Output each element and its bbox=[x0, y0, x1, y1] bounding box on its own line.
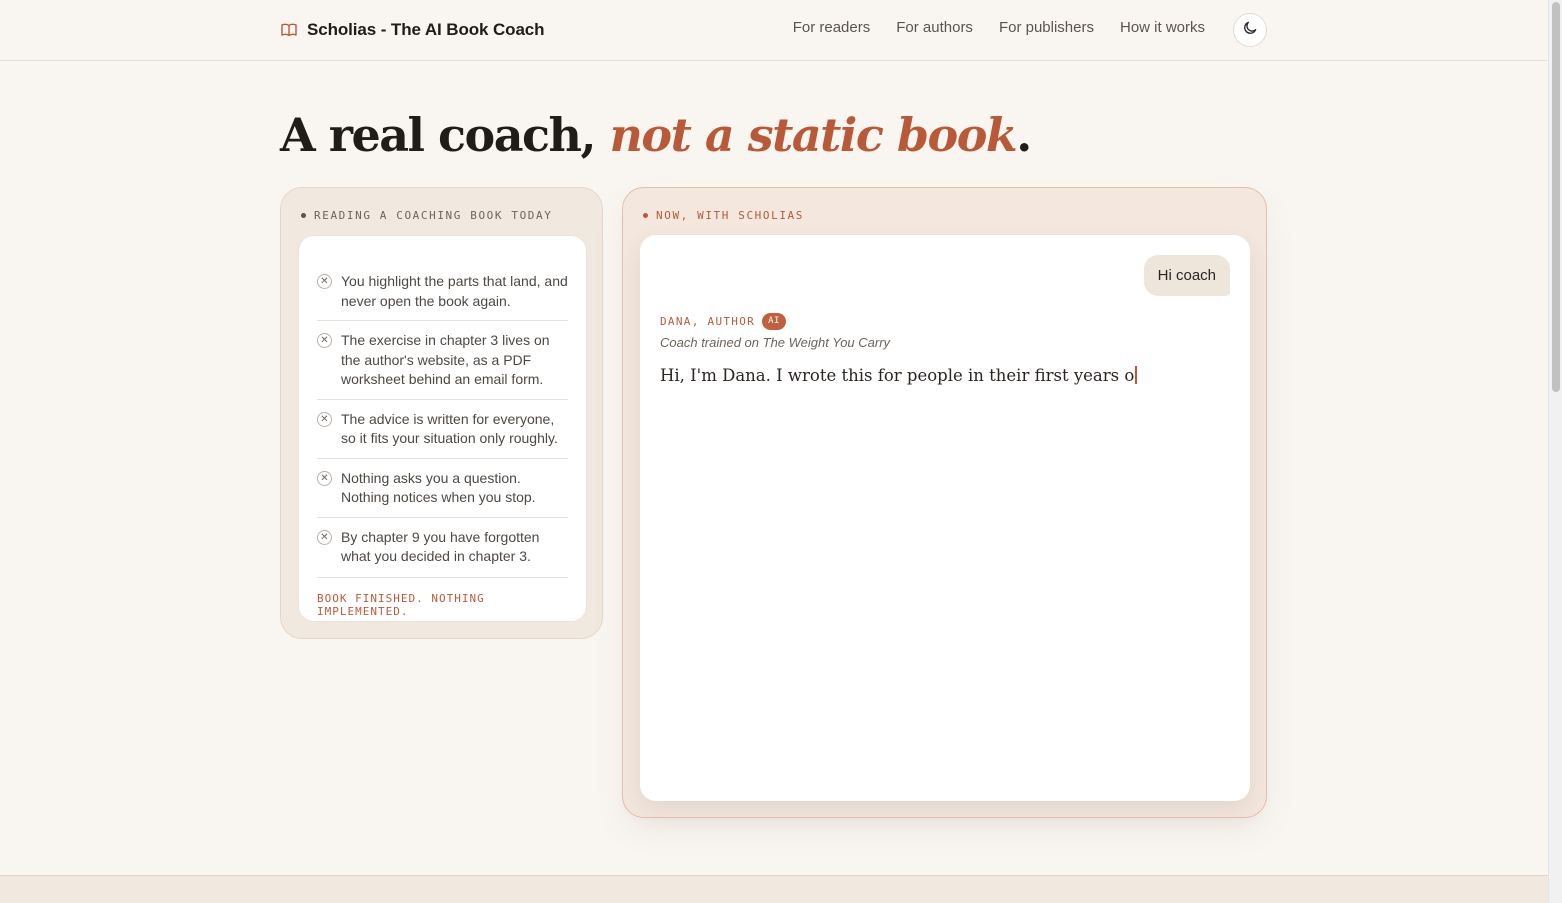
list-item: ✕ By chapter 9 you have forgotten what y… bbox=[317, 518, 568, 576]
moon-icon bbox=[1243, 20, 1258, 40]
top-nav-bar: Scholias - The AI Book Coach For readers… bbox=[0, 0, 1548, 61]
dot-icon bbox=[643, 213, 648, 218]
eyebrow-label: NOW, WITH SCHOLIAS bbox=[656, 209, 805, 222]
list-item: ✕ The advice is written for everyone, so… bbox=[317, 400, 568, 459]
x-circle-icon: ✕ bbox=[317, 529, 332, 545]
coach-header: DANA, AUTHOR AI bbox=[660, 313, 786, 330]
main-nav: For readers For authors For publishers H… bbox=[793, 19, 1205, 36]
pain-point-text: Nothing asks you a question. Nothing not… bbox=[341, 469, 536, 506]
nav-for-readers[interactable]: For readers bbox=[793, 19, 871, 36]
page-scrollbar[interactable] bbox=[1548, 0, 1562, 903]
dot-icon bbox=[301, 213, 306, 218]
x-circle-icon: ✕ bbox=[317, 411, 332, 427]
list-item: ✕ You highlight the parts that land, and… bbox=[317, 262, 568, 321]
pain-points-list: ✕ You highlight the parts that land, and… bbox=[317, 262, 568, 576]
pain-points-panel: ✕ You highlight the parts that land, and… bbox=[298, 235, 587, 622]
nav-for-publishers[interactable]: For publishers bbox=[999, 19, 1094, 36]
coach-message-text: Hi, I'm Dana. I wrote this for people in… bbox=[660, 366, 1135, 385]
nav-for-authors[interactable]: For authors bbox=[896, 19, 973, 36]
coach-name: DANA, AUTHOR bbox=[660, 315, 756, 328]
coach-subtitle: Coach trained on The Weight You Carry bbox=[660, 335, 891, 350]
x-circle-icon: ✕ bbox=[317, 470, 332, 486]
x-circle-icon: ✕ bbox=[317, 333, 332, 348]
chat-panel: Hi coach DANA, AUTHOR AI Coach trained o… bbox=[640, 235, 1250, 801]
list-item: ✕ Nothing asks you a question. Nothing n… bbox=[317, 459, 568, 518]
static-book-eyebrow: READING A COACHING BOOK TODAY bbox=[301, 209, 552, 222]
pain-point-text: By chapter 9 you have forgotten what you… bbox=[341, 528, 540, 565]
book-open-icon bbox=[281, 23, 297, 37]
typing-caret bbox=[1135, 366, 1138, 384]
static-book-card: READING A COACHING BOOK TODAY ✕ You high… bbox=[280, 187, 603, 639]
user-message-bubble: Hi coach bbox=[1143, 255, 1230, 296]
eyebrow-label: READING A COACHING BOOK TODAY bbox=[314, 209, 553, 222]
headline-accent: not a static book bbox=[609, 108, 1017, 162]
coach-message: Hi, I'm Dana. I wrote this for people in… bbox=[660, 366, 1138, 385]
scrollbar-thumb[interactable] bbox=[1552, 2, 1560, 392]
scholias-card: NOW, WITH SCHOLIAS Hi coach DANA, AUTHOR… bbox=[622, 187, 1267, 818]
list-item: ✕ The exercise in chapter 3 lives on the… bbox=[317, 321, 568, 400]
theme-toggle-button[interactable] bbox=[1233, 13, 1267, 47]
headline-end: . bbox=[1016, 108, 1032, 162]
x-circle-icon: ✕ bbox=[317, 274, 332, 289]
brand-title: Scholias - The AI Book Coach bbox=[307, 20, 545, 39]
next-section-band bbox=[0, 875, 1548, 903]
ai-badge: AI bbox=[762, 313, 786, 330]
headline-plain: A real coach, bbox=[280, 108, 610, 162]
static-book-footer: BOOK FINISHED. NOTHING IMPLEMENTED. bbox=[317, 577, 568, 618]
pain-point-text: The exercise in chapter 3 lives on the a… bbox=[341, 332, 550, 387]
page-headline: A real coach, not a static book. bbox=[280, 108, 1032, 162]
pain-point-text: You highlight the parts that land, and n… bbox=[341, 273, 568, 309]
brand[interactable]: Scholias - The AI Book Coach bbox=[281, 18, 545, 42]
scholias-eyebrow: NOW, WITH SCHOLIAS bbox=[643, 209, 804, 222]
pain-point-text: The advice is written for everyone, so i… bbox=[341, 410, 558, 447]
nav-how-it-works[interactable]: How it works bbox=[1120, 19, 1205, 36]
